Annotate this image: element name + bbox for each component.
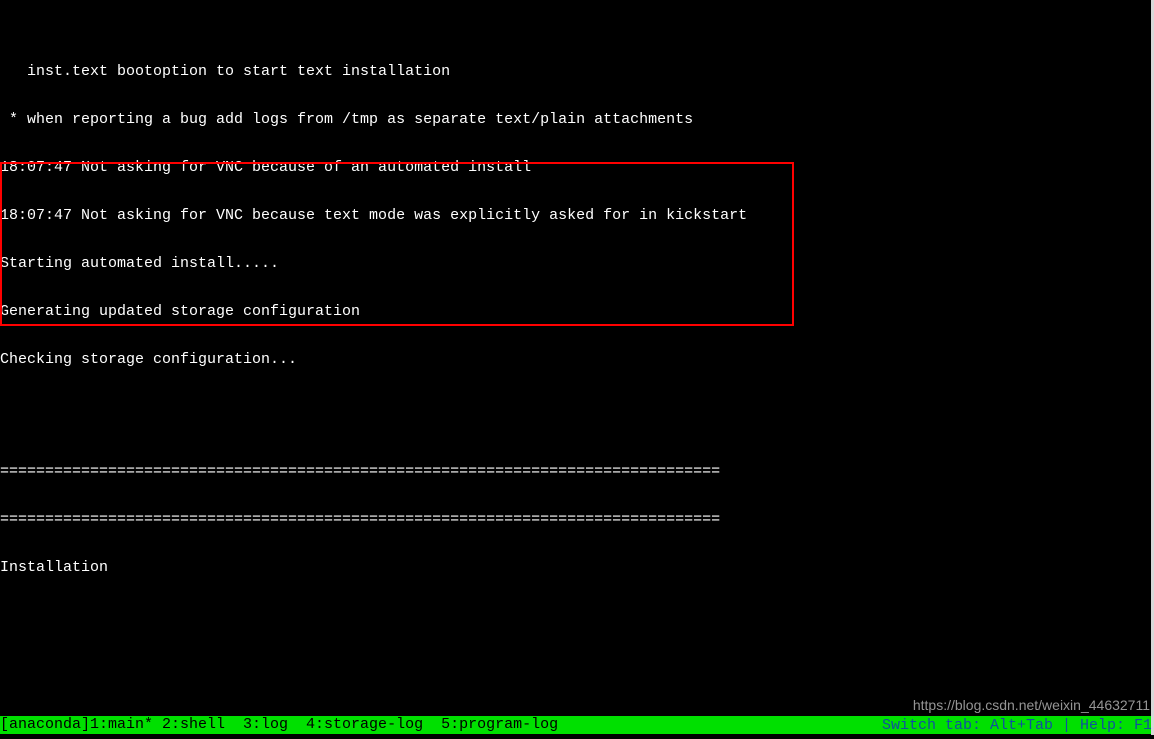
boot-line: Generating updated storage configuration bbox=[0, 304, 1154, 320]
terminal[interactable]: inst.text bootoption to start text insta… bbox=[0, 0, 1154, 739]
boot-line: 18:07:47 Not asking for VNC because text… bbox=[0, 208, 1154, 224]
boot-line bbox=[0, 400, 1154, 416]
status-bar-tabs[interactable]: [anaconda]1:main* 2:shell 3:log 4:storag… bbox=[0, 717, 558, 733]
divider: ========================================… bbox=[0, 464, 1154, 480]
watermark: https://blog.csdn.net/weixin_44632711 bbox=[913, 697, 1150, 713]
boot-line: Checking storage configuration... bbox=[0, 352, 1154, 368]
boot-line: * when reporting a bug add logs from /tm… bbox=[0, 112, 1154, 128]
boot-line: inst.text bootoption to start text insta… bbox=[0, 64, 1154, 80]
boot-line: Starting automated install..... bbox=[0, 256, 1154, 272]
blank-line bbox=[0, 608, 1154, 624]
highlight-box bbox=[0, 162, 794, 326]
status-bar-help-hint: Switch tab: Alt+Tab | Help: F1 bbox=[882, 718, 1152, 734]
boot-line: 18:07:47 Not asking for VNC because of a… bbox=[0, 160, 1154, 176]
divider: ========================================… bbox=[0, 512, 1154, 528]
section-header-installation: Installation bbox=[0, 560, 1154, 576]
